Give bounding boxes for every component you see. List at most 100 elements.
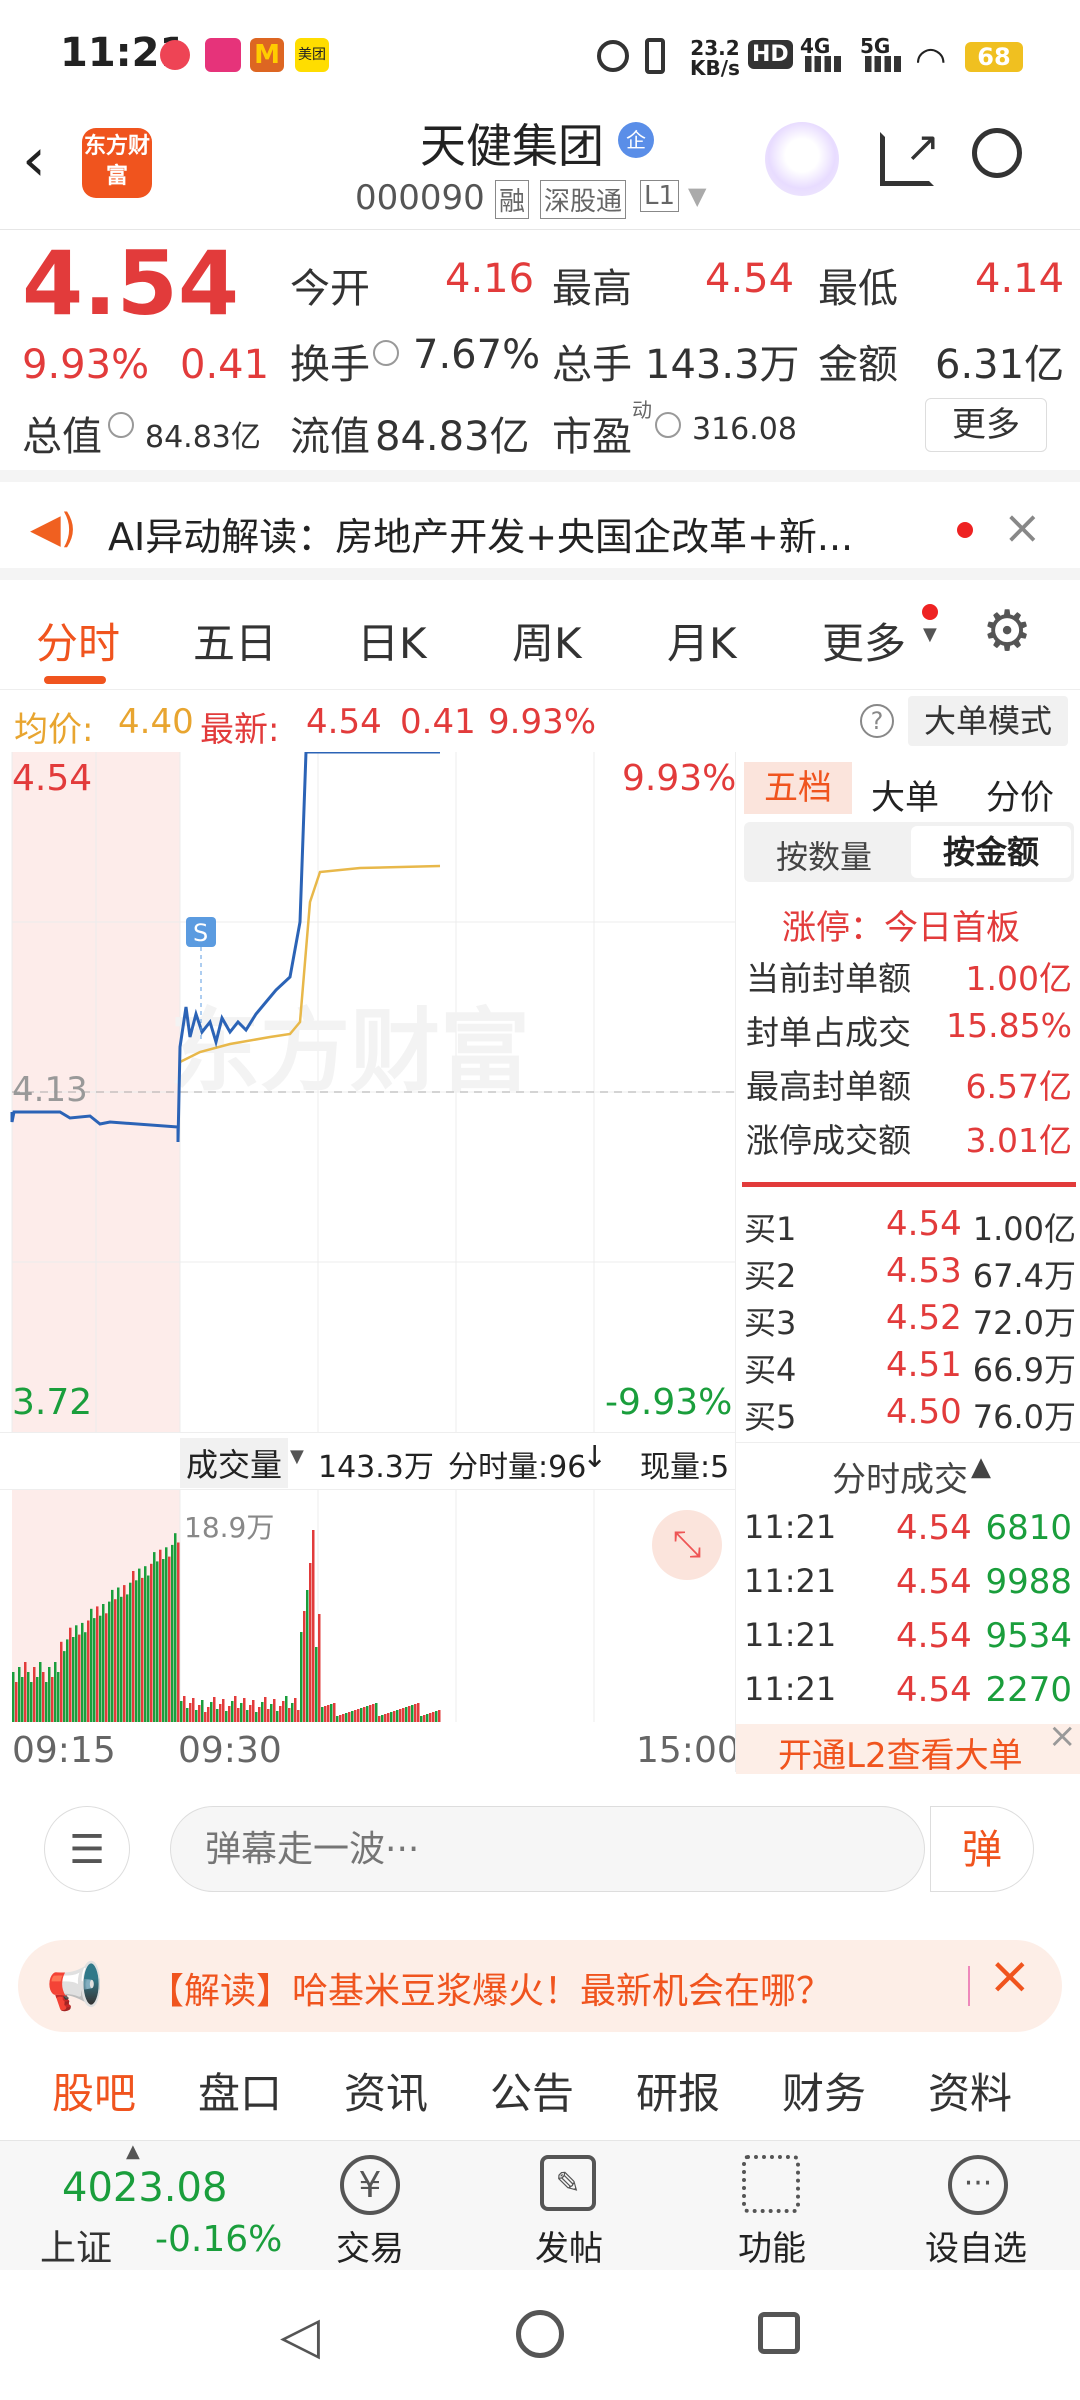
barrage-input[interactable]	[170, 1806, 925, 1892]
add-watchlist-label[interactable]: 设自选	[925, 2221, 1027, 2270]
post-icon[interactable]: ✎	[540, 2155, 596, 2211]
tab-day-k[interactable]: 日K	[357, 610, 427, 671]
tab-fenshi[interactable]: 分时	[36, 610, 120, 671]
intraday-chart[interactable]: 东方财富 S 4.54 9.93% 4.13 3.72 -9.93%	[0, 750, 736, 1432]
close-icon[interactable]: ×	[1048, 1716, 1077, 1756]
bottom-tab-6[interactable]: 资料	[928, 2060, 1012, 2121]
chevron-down-icon[interactable]: ▼	[688, 182, 706, 210]
tab-more[interactable]: 更多	[822, 610, 906, 671]
volume-bar	[393, 1711, 396, 1722]
volume-chart[interactable]: 成交量 ▼ 143.3万 分时量:96 ↓ 现量:5 18.9万 ⤡ 09:15…	[0, 1432, 740, 1772]
volume-bar	[330, 1704, 333, 1722]
index-value[interactable]: 4023.08	[62, 2165, 227, 2211]
volume-bar	[264, 1697, 267, 1722]
volume-bar	[123, 1585, 126, 1722]
sub-by-quantity[interactable]: 按数量	[776, 832, 872, 878]
bid-level-label: 买2	[744, 1257, 797, 1295]
change-percent: 9.93%	[22, 342, 150, 388]
bottom-tab-2[interactable]: 资讯	[344, 2060, 428, 2121]
high-label: 最高	[552, 266, 632, 312]
post-label[interactable]: 发帖	[535, 2221, 603, 2270]
expand-icon[interactable]: ⤡	[652, 1510, 722, 1580]
mcdonalds-icon: M	[250, 38, 284, 72]
settings-gear-icon[interactable]: ⚙	[982, 604, 1032, 660]
volume-bar	[285, 1696, 288, 1722]
tick-time: 11:21	[744, 1670, 837, 1708]
index-change[interactable]: -0.16%	[155, 2219, 282, 2260]
volume-bar	[336, 1716, 339, 1722]
bottom-tab-3[interactable]: 公告	[490, 2060, 574, 2121]
trade-icon[interactable]: ¥	[340, 2155, 400, 2215]
functions-icon[interactable]	[742, 2155, 800, 2213]
bottom-tab-5[interactable]: 财务	[782, 2060, 866, 2121]
news-banner-text[interactable]: 【解读】哈基米豆浆爆火！最新机会在哪？	[148, 1962, 832, 2014]
volume-bar	[297, 1710, 300, 1722]
volume-bar	[327, 1705, 330, 1722]
volume-bar	[132, 1571, 135, 1722]
functions-label[interactable]: 功能	[738, 2221, 806, 2270]
volume-bar	[189, 1703, 192, 1722]
news-banner[interactable]: 📢 【解读】哈基米豆浆爆火！最新机会在哪？ ×	[18, 1940, 1062, 2032]
pe-sup: 动	[632, 398, 652, 422]
volume-bar	[81, 1622, 84, 1722]
side-tab-price[interactable]: 分价	[986, 770, 1054, 819]
l2-promo-text[interactable]: 开通L2查看大单	[778, 1728, 1023, 1777]
divider	[736, 1442, 1080, 1443]
back-icon[interactable]: ‹	[22, 130, 46, 190]
trade-label[interactable]: 交易	[336, 2221, 404, 2270]
ai-insight-text[interactable]: AI异动解读：房地产开发+央国企改革+新...	[108, 506, 853, 561]
volume-bar	[345, 1713, 348, 1722]
side-tab-bigorder[interactable]: 大单	[871, 770, 939, 819]
app-logo[interactable]: 东方财富	[82, 128, 152, 198]
ticks-title[interactable]: 分时成交	[832, 1452, 968, 1501]
volume-bar	[45, 1682, 48, 1722]
bottom-tab-4[interactable]: 研报	[636, 2060, 720, 2121]
ai-insight-bar[interactable]: ◀) AI异动解读：房地产开发+央国企改革+新... ×	[0, 470, 1080, 580]
volume-bar	[33, 1667, 36, 1722]
volume-bar	[306, 1590, 309, 1722]
more-button[interactable]: 更多	[925, 398, 1047, 452]
robot-assistant-icon[interactable]	[765, 122, 839, 196]
tab-month-k[interactable]: 月K	[667, 610, 737, 671]
side-tab-5level[interactable]: 五档	[744, 762, 852, 814]
volume-bar	[270, 1704, 273, 1722]
megaphone-icon: 📢	[46, 1959, 104, 2013]
info-icon[interactable]	[655, 412, 681, 438]
red-dot-icon	[957, 522, 973, 538]
nav-home-icon[interactable]	[516, 2310, 564, 2358]
close-icon[interactable]: ×	[988, 1946, 1032, 2006]
index-name[interactable]: 上证	[40, 2219, 112, 2271]
volume-bar	[66, 1639, 69, 1722]
volume-bar	[129, 1582, 132, 1722]
volume-bar	[402, 1708, 405, 1722]
bottom-tab-0[interactable]: 股吧	[52, 2060, 136, 2121]
volume-bar	[135, 1580, 138, 1722]
add-watchlist-icon[interactable]: ···	[948, 2155, 1008, 2215]
tab-week-k[interactable]: 周K	[512, 610, 582, 671]
turnover-value: 7.67%	[413, 332, 541, 378]
tick-time: 11:21	[744, 1616, 837, 1654]
help-icon[interactable]: ?	[860, 704, 894, 738]
info-icon[interactable]	[373, 340, 399, 366]
volume-bar	[180, 1701, 183, 1722]
nav-back-icon[interactable]: ◁	[280, 2306, 320, 2366]
volume-type-select[interactable]: 成交量	[180, 1438, 289, 1488]
current-price: 4.54	[22, 232, 240, 335]
volume-bar	[96, 1606, 99, 1722]
limit-up-title: 涨停：今日首板	[782, 908, 1020, 948]
share-arrow-icon: ↗	[905, 122, 941, 171]
limit-stat-label: 封单占成交	[746, 1013, 911, 1052]
sub-by-amount[interactable]: 按金额	[911, 826, 1071, 878]
bottom-tab-1[interactable]: 盘口	[198, 2060, 282, 2121]
info-icon[interactable]	[108, 412, 134, 438]
barrage-settings-icon[interactable]: ☰	[44, 1806, 130, 1892]
volume-bar	[114, 1599, 117, 1722]
tab-5day[interactable]: 五日	[193, 610, 277, 671]
search-icon[interactable]	[972, 128, 1022, 178]
volume-bar	[162, 1559, 165, 1722]
nav-recents-icon[interactable]	[758, 2312, 800, 2354]
big-order-mode-button[interactable]: 大单模式	[908, 696, 1068, 746]
barrage-toggle-button[interactable]: 弹	[930, 1806, 1034, 1892]
volume-bar	[414, 1704, 417, 1722]
close-icon[interactable]: ×	[1003, 500, 1042, 554]
